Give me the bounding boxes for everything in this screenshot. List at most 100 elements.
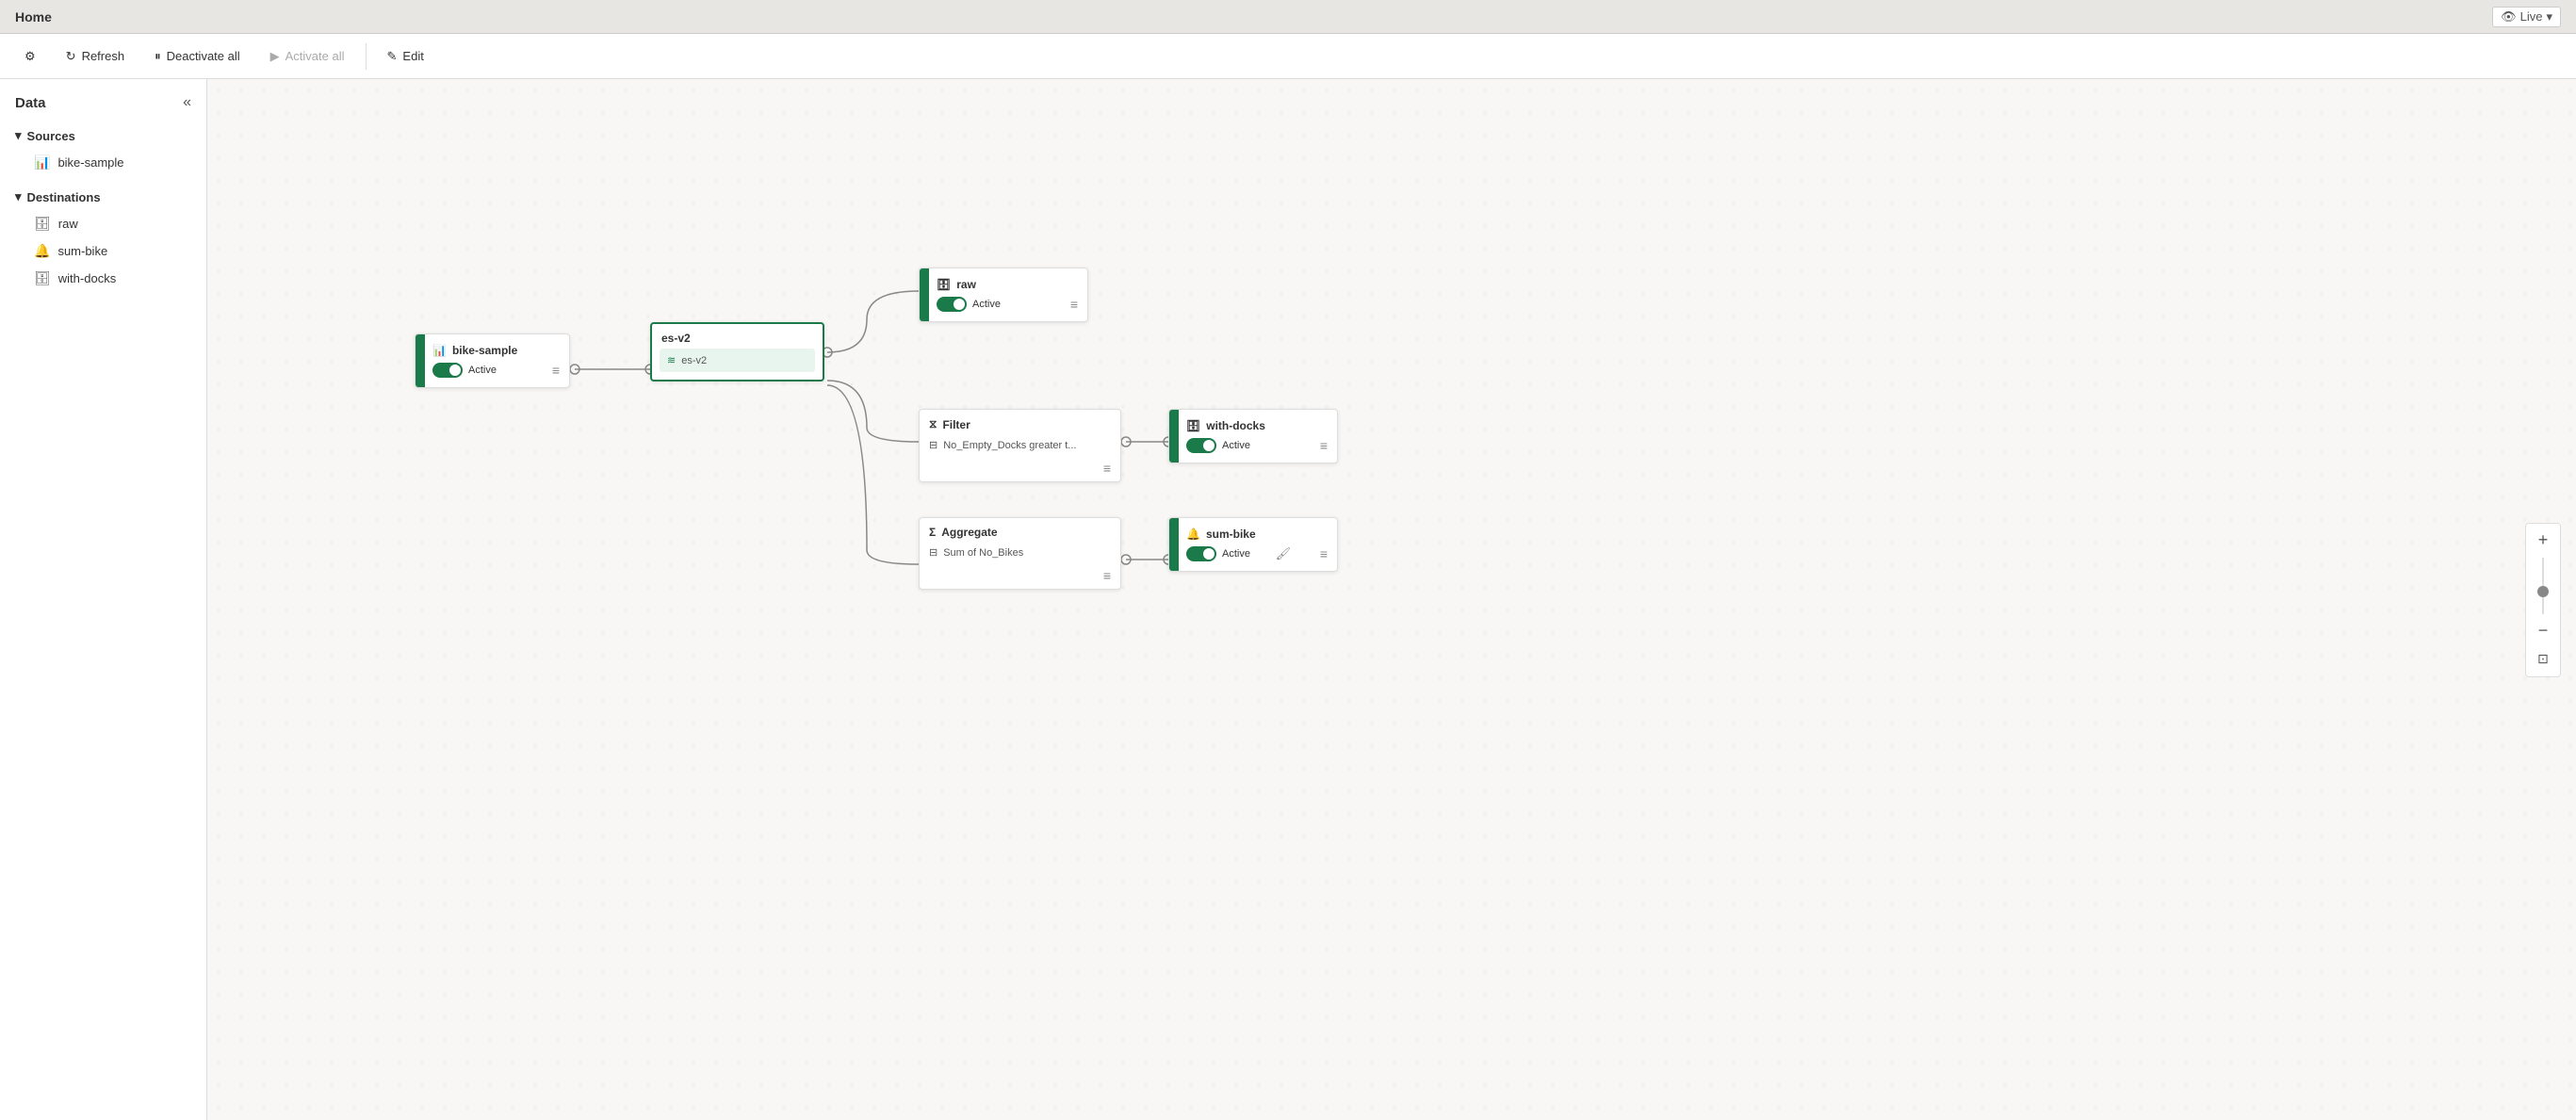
filter-icon: ⧖ xyxy=(929,417,937,431)
toggle-switch[interactable]: Active xyxy=(1186,438,1250,453)
node-left-bar xyxy=(920,268,929,321)
paint-icon[interactable]: 🖌 xyxy=(1276,546,1292,561)
toggle-switch[interactable]: Active xyxy=(937,297,1001,312)
activate-all-label: Activate all xyxy=(285,49,345,63)
refresh-button[interactable]: ↻ Refresh xyxy=(53,43,138,70)
center-node-sub: es-v2 xyxy=(681,355,707,366)
node-menu-icon[interactable]: ≡ xyxy=(1320,546,1328,561)
node-left-bar xyxy=(416,334,425,387)
settings-icon: ⚙ xyxy=(24,49,36,64)
deactivate-all-button[interactable]: ⏸ Deactivate all xyxy=(141,43,253,70)
bell-icon: 🔔 xyxy=(1186,528,1200,541)
sum-bike-label: sum-bike xyxy=(57,244,107,258)
chevron-down-icon: ▾ xyxy=(2546,9,2552,24)
app-title: Home xyxy=(15,9,52,24)
dest-node-raw[interactable]: 🗄 raw Active ≡ xyxy=(919,268,1088,322)
node-menu-icon[interactable]: ≡ xyxy=(1103,568,1111,583)
source-status: Active xyxy=(468,365,497,376)
sources-section: ▾ Sources 📊 bike-sample xyxy=(0,119,206,180)
toggle-track[interactable] xyxy=(1186,438,1216,453)
toolbar: ⚙ ↻ Refresh ⏸ Deactivate all ▶ Activate … xyxy=(0,34,2576,79)
node-title: 🗄 raw xyxy=(937,278,1078,291)
aggregate-icon: Σ xyxy=(929,526,936,539)
zoom-fit-button[interactable]: ⊡ xyxy=(2530,646,2556,673)
node-left-bar xyxy=(1169,518,1179,571)
database-icon: 🗄 xyxy=(937,278,951,291)
center-node-title: es-v2 xyxy=(661,332,691,345)
center-node-body: ≋ es-v2 xyxy=(660,349,815,372)
live-button[interactable]: 👁 Live ▾ xyxy=(2492,7,2561,27)
node-menu-icon[interactable]: ≡ xyxy=(552,363,560,378)
node-toggle-row: Active ≡ xyxy=(937,297,1078,312)
sidebar-item-sum-bike[interactable]: 🔔 sum-bike xyxy=(0,237,206,265)
toggle-thumb xyxy=(1203,440,1215,451)
destinations-section: ▾ Destinations 🗄 raw 🔔 sum-bike 🗄 with-d… xyxy=(0,180,206,296)
chevron-down-icon: ▾ xyxy=(15,128,22,143)
filter-node-footer: ≡ xyxy=(920,457,1120,481)
node-content: 🔔 sum-bike Active 🖌 ≡ xyxy=(1179,518,1337,571)
zoom-in-button[interactable]: + xyxy=(2530,528,2556,554)
edit-label: Edit xyxy=(402,49,423,63)
node-menu-icon[interactable]: ≡ xyxy=(1070,297,1078,312)
toggle-switch[interactable]: Active xyxy=(1186,546,1250,561)
sources-section-header[interactable]: ▾ Sources xyxy=(0,122,206,149)
aggregate-node-footer: ≡ xyxy=(920,564,1120,589)
toggle-thumb xyxy=(449,365,461,376)
source-node-bike-sample[interactable]: 📊 bike-sample Active ≡ xyxy=(415,333,570,388)
deactivate-icon: ⏸ xyxy=(155,49,161,64)
live-label: Live xyxy=(2520,9,2543,24)
toggle-track[interactable] xyxy=(937,297,967,312)
activate-all-button[interactable]: ▶ Activate all xyxy=(257,43,358,70)
sidebar-item-with-docks[interactable]: 🗄 with-docks xyxy=(0,265,206,292)
canvas-area: 📊 bike-sample Active ≡ xyxy=(207,79,2576,1120)
with-docks-label: with-docks xyxy=(58,271,116,285)
sidebar: Data « ▾ Sources 📊 bike-sample ▾ Destina… xyxy=(0,79,207,1120)
destinations-label: Destinations xyxy=(27,190,101,204)
node-menu-icon[interactable]: ≡ xyxy=(1320,438,1328,453)
node-content: 📊 bike-sample Active ≡ xyxy=(425,334,569,387)
sidebar-item-bike-sample[interactable]: 📊 bike-sample xyxy=(0,149,206,176)
node-title: 🔔 sum-bike xyxy=(1186,528,1328,541)
sidebar-collapse-button[interactable]: « xyxy=(183,94,191,111)
edit-icon: ✎ xyxy=(387,49,398,64)
deactivate-all-label: Deactivate all xyxy=(167,49,240,63)
bike-sample-label: bike-sample xyxy=(57,155,123,170)
toggle-track[interactable] xyxy=(432,363,463,378)
sum-bike-status: Active xyxy=(1222,548,1250,560)
aggregate-node-header: Σ Aggregate xyxy=(920,518,1120,543)
filter-node-body: ⊟ No_Empty_Docks greater t... xyxy=(920,435,1120,457)
node-title: 🗄 with-docks xyxy=(1186,419,1328,432)
node-toggle-row: Active 🖌 ≡ xyxy=(1186,546,1328,561)
filter-node[interactable]: ⧖ Filter ⊟ No_Empty_Docks greater t... ≡ xyxy=(919,409,1121,482)
settings-button[interactable]: ⚙ xyxy=(11,43,49,70)
aggregate-title: Aggregate xyxy=(941,526,997,539)
node-toggle-row: Active ≡ xyxy=(432,363,560,378)
center-node-es-v2[interactable]: es-v2 ≋ es-v2 xyxy=(650,322,824,381)
toggle-thumb xyxy=(954,299,965,310)
node-menu-icon[interactable]: ≡ xyxy=(1103,461,1111,476)
bell-icon: 🔔 xyxy=(34,243,50,259)
edit-button[interactable]: ✎ Edit xyxy=(374,43,437,70)
zoom-out-button[interactable]: − xyxy=(2530,618,2556,644)
main-layout: Data « ▾ Sources 📊 bike-sample ▾ Destina… xyxy=(0,79,2576,1120)
chart-icon: 📊 xyxy=(432,344,447,357)
toggle-thumb xyxy=(1203,548,1215,560)
sidebar-item-raw[interactable]: 🗄 raw xyxy=(0,210,206,237)
destinations-section-header[interactable]: ▾ Destinations xyxy=(0,184,206,210)
zoom-slider-thumb[interactable] xyxy=(2537,586,2549,597)
toggle-switch[interactable]: Active xyxy=(432,363,497,378)
dest-node-with-docks[interactable]: 🗄 with-docks Active ≡ xyxy=(1168,409,1338,463)
toolbar-divider xyxy=(366,43,367,70)
row-icon: ⊟ xyxy=(929,439,937,451)
filter-condition: No_Empty_Docks greater t... xyxy=(943,440,1076,451)
zoom-controls: + − ⊡ xyxy=(2525,523,2561,677)
dest-node-sum-bike[interactable]: 🔔 sum-bike Active 🖌 ≡ xyxy=(1168,517,1338,572)
zoom-slider-track xyxy=(2542,558,2544,614)
refresh-icon: ↻ xyxy=(66,49,76,64)
toggle-track[interactable] xyxy=(1186,546,1216,561)
node-left-bar xyxy=(1169,410,1179,463)
aggregate-node[interactable]: Σ Aggregate ⊟ Sum of No_Bikes ≡ xyxy=(919,517,1121,590)
title-bar: Home 👁 Live ▾ xyxy=(0,0,2576,34)
eye-icon: 👁 xyxy=(2501,9,2517,24)
node-title: 📊 bike-sample xyxy=(432,344,560,357)
